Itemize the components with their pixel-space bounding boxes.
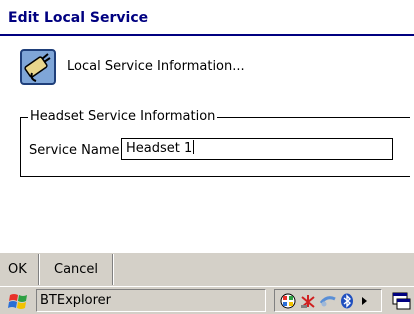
headset-service-icon (20, 49, 56, 85)
bluetooth-icon[interactable] (339, 293, 355, 309)
ok-button[interactable]: OK (8, 262, 27, 277)
softkey-separator (112, 254, 114, 285)
group-label: Headset Service Information (28, 109, 218, 124)
softkey-separator (38, 254, 40, 285)
service-name-label: Service Name (29, 143, 120, 158)
arrow-right-icon[interactable] (359, 293, 369, 309)
window-title: Edit Local Service (8, 10, 149, 26)
cancel-button[interactable]: Cancel (54, 262, 98, 277)
network-icon[interactable] (280, 293, 296, 309)
desktop-icon[interactable] (390, 290, 412, 312)
antenna-icon[interactable] (300, 293, 316, 309)
title-underline (0, 34, 414, 36)
service-name-input[interactable]: Headset 1 (121, 138, 393, 160)
system-tray (274, 289, 382, 312)
service-name-value: Headset 1 (126, 141, 193, 156)
connection-icon[interactable] (320, 293, 336, 309)
taskbar-app-button[interactable]: BTExplorer (36, 289, 266, 312)
text-caret (193, 140, 195, 154)
info-text: Local Service Information... (67, 59, 245, 74)
start-windows-icon[interactable] (6, 290, 32, 312)
